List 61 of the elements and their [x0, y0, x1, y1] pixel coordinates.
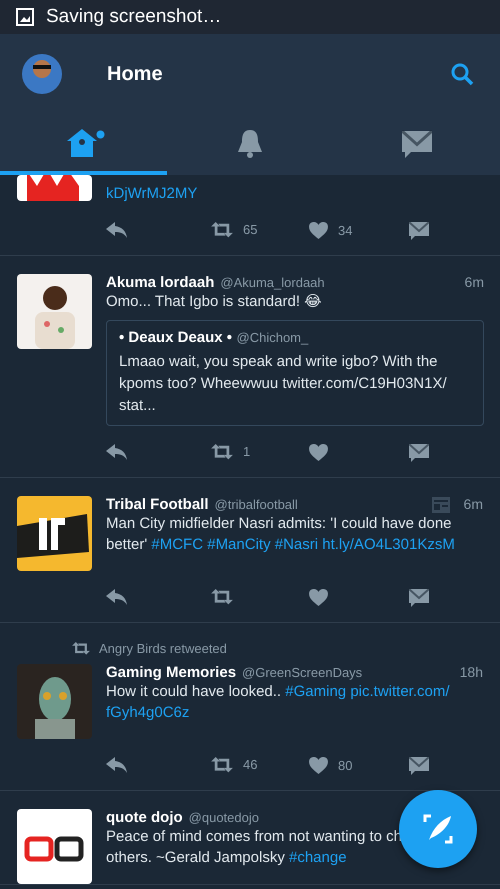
tweet-text: Man City midfielder Nasri admits: 'I could have done	[106, 515, 452, 532]
author-name: Tribal Football	[106, 496, 209, 513]
search-icon[interactable]	[450, 62, 474, 86]
tweet[interactable]: kDjWrMJ2MY 65 34	[0, 175, 500, 256]
retweet-icon[interactable]	[211, 757, 233, 773]
retweeted-by-text: Angry Birds retweeted	[99, 641, 227, 656]
direct-message-icon[interactable]	[409, 220, 429, 240]
tweet-link[interactable]: fGyh4g0C6z	[106, 704, 190, 721]
tweet-link[interactable]: kDjWrMJ2MY	[106, 185, 198, 202]
author-name: quote dojo	[106, 809, 183, 826]
image-icon	[16, 8, 34, 26]
tweet-text: others. ~Gerald Jampolsky	[106, 849, 286, 866]
author-handle: @GreenScreenDays	[242, 665, 364, 680]
reply-icon[interactable]	[106, 222, 128, 238]
quoted-tweet-text: Lmaao wait, you speak and write igbo? With the kpoms too? Wheewwuu twitter.com/C19H03N1X/ stat...	[119, 352, 448, 416]
page-title: Home	[107, 62, 164, 86]
direct-message-icon[interactable]	[409, 755, 429, 775]
retweet-count: 46	[243, 757, 258, 772]
unread-dot	[96, 130, 105, 139]
status-text: Saving screenshot…	[46, 6, 222, 28]
like-count: 80	[338, 758, 352, 772]
tweet-time: 6m	[464, 496, 483, 512]
tweet-text: Omo... That Igbo is standard! 😂	[106, 293, 322, 310]
tweet-link[interactable]: #change	[289, 849, 347, 866]
tweet-text: better'	[106, 536, 148, 553]
author-name: Gaming Memories	[106, 664, 236, 681]
reply-icon[interactable]	[106, 589, 128, 605]
tweet-link[interactable]: #MCFC #ManCity #Nasri ht.ly/AO4L301KzsM	[151, 536, 455, 553]
reply-icon[interactable]	[106, 444, 128, 460]
compose-icon	[421, 812, 455, 846]
bell-icon	[237, 128, 263, 158]
heart-icon[interactable]	[309, 756, 328, 774]
heart-icon[interactable]	[309, 588, 328, 606]
author-name: Akuma lordaah	[106, 274, 214, 291]
retweet-icon[interactable]	[211, 589, 233, 605]
envelope-icon[interactable]	[402, 128, 432, 158]
author-handle: @quotedojo	[188, 810, 260, 825]
author-handle: @Akuma_lordaah	[220, 275, 326, 290]
tweet[interactable]: Angry Birds retweeted Gaming Memories @GreenScreenDays 18h How it could have looked.. #Gaming pic.twitter.com/ fGyh4g0C6z 46 80	[0, 623, 500, 791]
author-handle: @tribalfootball	[214, 497, 299, 512]
retweet-icon[interactable]	[211, 444, 233, 460]
retweet-count: 65	[243, 222, 258, 238]
like-count: 34	[338, 222, 352, 238]
tweet[interactable]: Akuma lordaah @Akuma_lordaah 6m Omo... That Igbo is standard! 😂 • Deaux Deaux • @Chichom_ Lmaao wait, you speak and write igbo? With the kpoms too? Wheewwuu twitter.com/C19H03N1X/ stat... 1	[0, 256, 500, 478]
quoted-tweet[interactable]: • Deaux Deaux • @Chichom_ Lmaao wait, you speak and write igbo? With the kpoms too? Wheewwuu twitter.com/C19H03N1X/ stat...	[106, 320, 484, 426]
tweet-text: How it could have looked..	[106, 683, 282, 700]
heart-icon[interactable]	[309, 222, 328, 238]
profile-avatar[interactable]	[22, 54, 62, 94]
quoted-author-name: • Deaux Deaux •	[119, 329, 232, 346]
tweet-time: 6m	[464, 274, 484, 290]
retweet-icon[interactable]	[72, 642, 90, 655]
retweet-count: 1	[243, 444, 250, 460]
reply-icon[interactable]	[106, 757, 128, 773]
direct-message-icon[interactable]	[409, 587, 429, 607]
direct-message-icon[interactable]	[409, 442, 429, 462]
tweet-time: 18h	[460, 664, 483, 680]
retweet-icon[interactable]	[211, 222, 233, 238]
tweet[interactable]: Tribal Football @tribalfootball 6m Man City midfielder Nasri admits: 'I could have done better' #MCFC #ManCity #Nasri ht.ly/AO4L301KzsM	[0, 478, 500, 623]
heart-icon[interactable]	[309, 444, 328, 460]
tweet-link[interactable]: #Gaming pic.twitter.com/	[285, 683, 450, 700]
quoted-author-handle: @Chichom_	[236, 330, 308, 345]
